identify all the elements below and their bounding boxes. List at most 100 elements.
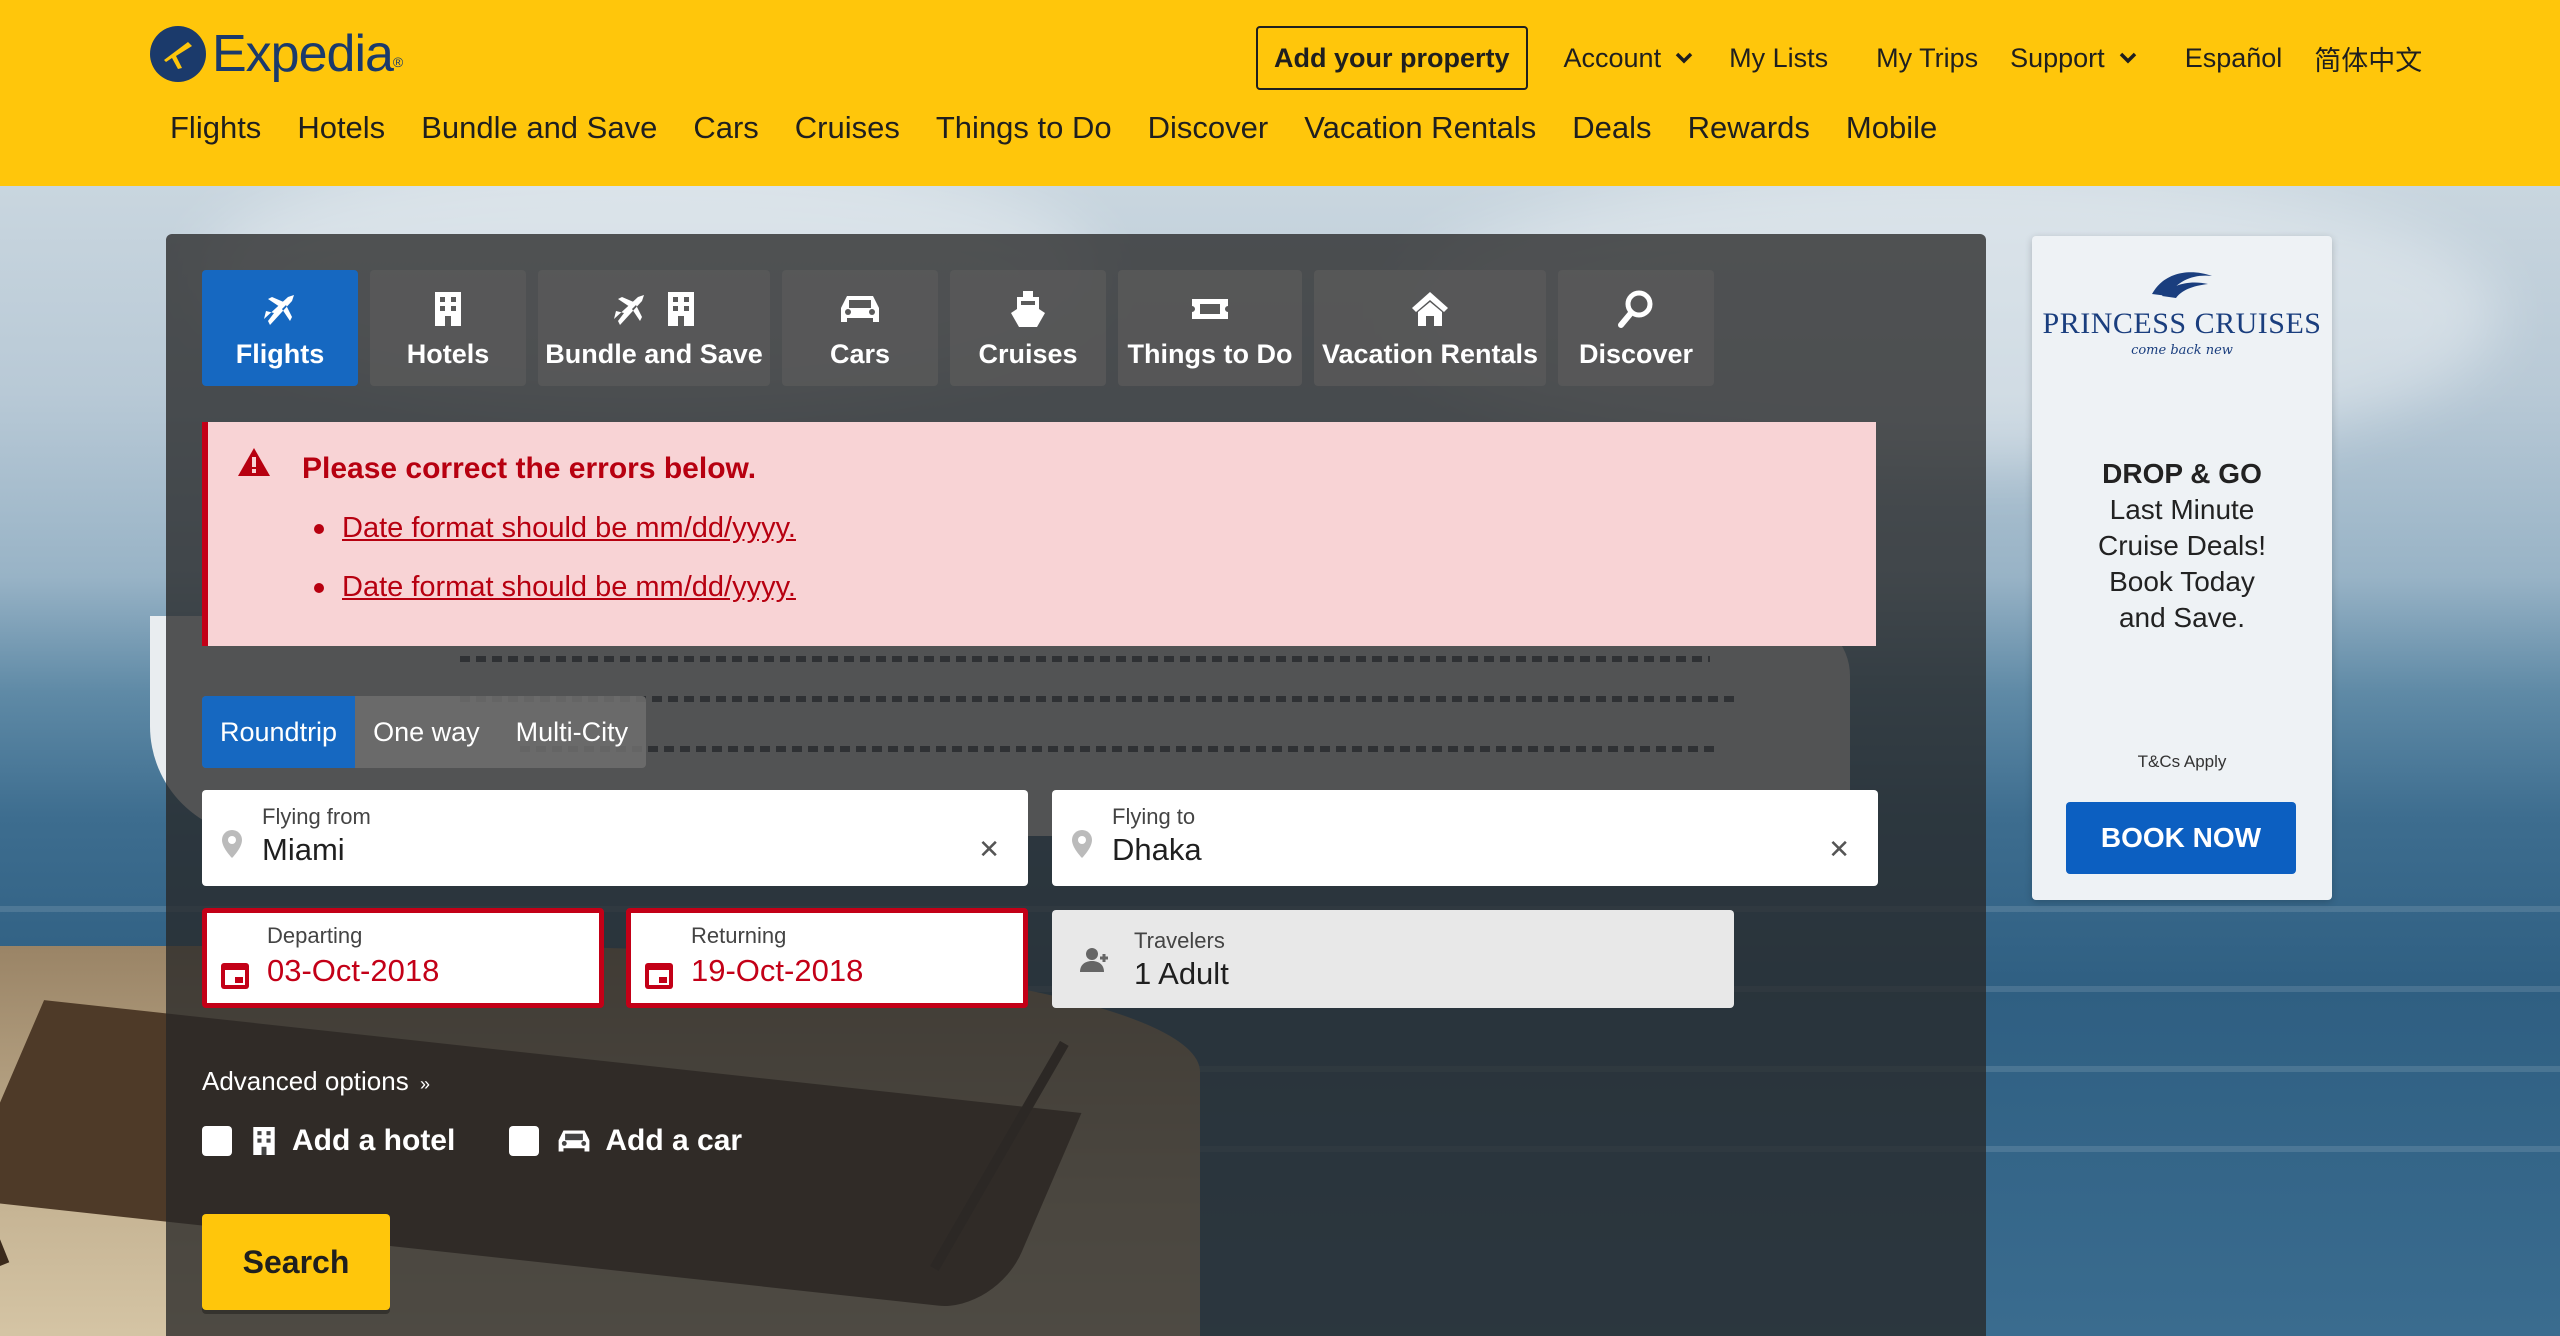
- ticket-icon: [1192, 298, 1228, 319]
- chinese-link[interactable]: 简体中文: [2314, 39, 2422, 78]
- product-tabs: Flights Hotels Bundle and Save Cars Crui…: [202, 270, 1726, 386]
- expedia-logo[interactable]: Expedia ®: [150, 24, 403, 84]
- support-label: Support: [2010, 42, 2105, 73]
- tab-flights[interactable]: Flights: [202, 270, 358, 386]
- error-list: Date format should be mm/dd/yyyy. Date f…: [314, 512, 796, 630]
- tab-label: Cars: [829, 338, 891, 369]
- tab-label: Things to Do: [1127, 338, 1293, 369]
- field-label: Flying from: [262, 804, 371, 829]
- my-trips-link[interactable]: My Trips: [1876, 43, 1978, 74]
- tab-vacation-rentals[interactable]: Vacation Rentals: [1314, 270, 1546, 386]
- nav-deals[interactable]: Deals: [1572, 110, 1651, 146]
- car-icon: [558, 1130, 590, 1152]
- plane-icon: [614, 294, 644, 325]
- nav-rewards[interactable]: Rewards: [1688, 110, 1810, 146]
- tab-hotels[interactable]: Hotels: [370, 270, 526, 386]
- advanced-options-toggle[interactable]: Advanced options »: [202, 1066, 430, 1097]
- add-car-label[interactable]: Add a car: [605, 1124, 742, 1158]
- ad-line: Cruise Deals!: [2097, 530, 2267, 561]
- princess-cruises-ad[interactable]: PRINCESS CRUISES come back new DROP & GO…: [2032, 236, 2332, 900]
- chevron-down-icon: [2119, 52, 2136, 64]
- plane-icon: [264, 294, 294, 325]
- my-lists-link[interactable]: My Lists: [1729, 43, 1828, 74]
- tab-label: Bundle and Save: [545, 338, 763, 369]
- error-link-returning[interactable]: Date format should be mm/dd/yyyy.: [342, 571, 796, 604]
- ad-terms: T&Cs Apply: [2137, 752, 2227, 771]
- tab-label: Flights: [235, 338, 325, 369]
- tab-bundle-and-save[interactable]: Bundle and Save: [538, 270, 770, 386]
- ad-line: Book Today: [2109, 566, 2255, 597]
- ad-copy: DROP & GO Last Minute Cruise Deals! Book…: [2032, 456, 2332, 636]
- ad-headline: DROP & GO: [2102, 458, 2262, 489]
- book-now-button[interactable]: BOOK NOW: [2066, 802, 2296, 874]
- tab-cars[interactable]: Cars: [782, 270, 938, 386]
- departing-date-field[interactable]: Departing 03-Oct-2018: [202, 908, 604, 1008]
- building-icon: [435, 291, 461, 326]
- tab-label: Hotels: [406, 338, 490, 369]
- user-icon: [1080, 948, 1108, 972]
- field-label: Returning: [691, 923, 787, 948]
- add-property-button[interactable]: Add your property: [1256, 26, 1528, 90]
- addons-row: Add a hotel Add a car: [202, 1124, 796, 1158]
- trip-multi-city[interactable]: Multi-City: [498, 696, 647, 768]
- field-label: Flying to: [1112, 804, 1196, 829]
- tab-cruises[interactable]: Cruises: [950, 270, 1106, 386]
- field-value: 19-Oct-2018: [691, 953, 864, 988]
- nav-mobile[interactable]: Mobile: [1846, 110, 1937, 146]
- trip-roundtrip[interactable]: Roundtrip: [202, 696, 356, 768]
- nav-vacation-rentals[interactable]: Vacation Rentals: [1304, 110, 1536, 146]
- field-value: Miami: [262, 832, 345, 867]
- search-button[interactable]: Search: [202, 1214, 390, 1310]
- search-panel: Flights Hotels Bundle and Save Cars Crui…: [166, 234, 1986, 1336]
- house-icon: [1412, 291, 1448, 326]
- warning-icon: [238, 448, 270, 476]
- field-label: Departing: [267, 923, 363, 948]
- site-header: Expedia ® Add your property Account My L…: [0, 0, 2560, 186]
- travelers-field[interactable]: Travelers 1 Adult: [1052, 910, 1734, 1008]
- nav-cruises[interactable]: Cruises: [795, 110, 900, 146]
- nav-bundle-and-save[interactable]: Bundle and Save: [421, 110, 657, 146]
- error-title: Please correct the errors below.: [302, 452, 757, 485]
- flying-from-field[interactable]: Flying from Miami ✕: [202, 790, 1028, 886]
- espanol-link[interactable]: Español: [2185, 43, 2283, 74]
- error-link-departing[interactable]: Date format should be mm/dd/yyyy.: [342, 512, 796, 545]
- field-value: Dhaka: [1112, 832, 1202, 867]
- calendar-icon: [645, 963, 673, 989]
- ship-icon: [1011, 290, 1045, 327]
- trip-one-way[interactable]: One way: [355, 696, 498, 768]
- nav-things-to-do[interactable]: Things to Do: [936, 110, 1112, 146]
- tab-label: Discover: [1578, 338, 1694, 369]
- support-menu[interactable]: Support: [2010, 43, 2137, 74]
- princess-cruises-logo: PRINCESS CRUISES come back new: [2032, 266, 2332, 358]
- nav-cars[interactable]: Cars: [693, 110, 758, 146]
- add-car-checkbox[interactable]: [509, 1126, 540, 1156]
- add-hotel-label[interactable]: Add a hotel: [292, 1124, 455, 1158]
- field-value: 03-Oct-2018: [267, 953, 440, 988]
- add-hotel-checkbox[interactable]: [202, 1126, 232, 1156]
- nav-discover[interactable]: Discover: [1148, 110, 1269, 146]
- ad-line: Last Minute: [2109, 494, 2255, 525]
- clear-icon[interactable]: ✕: [1828, 834, 1850, 865]
- logo-wordmark: Expedia: [212, 25, 394, 83]
- nav-flights[interactable]: Flights: [170, 110, 261, 146]
- returning-date-field[interactable]: Returning 19-Oct-2018: [626, 908, 1028, 1008]
- account-menu[interactable]: Account: [1564, 43, 1694, 74]
- error-item: Date format should be mm/dd/yyyy.: [314, 571, 796, 604]
- calendar-icon: [221, 963, 249, 989]
- account-label: Account: [1563, 42, 1662, 73]
- nav-hotels[interactable]: Hotels: [297, 110, 385, 146]
- magnifier-icon: [1618, 290, 1653, 328]
- trip-type-selector: Roundtrip One way Multi-City: [202, 696, 647, 768]
- flying-to-field[interactable]: Flying to Dhaka ✕: [1052, 790, 1878, 886]
- double-chevron-down-icon: »: [419, 1074, 430, 1094]
- clear-icon[interactable]: ✕: [978, 834, 1000, 865]
- ad-tagline: come back new: [2131, 343, 2233, 358]
- error-alert: Please correct the errors below. Date fo…: [202, 422, 1876, 646]
- chevron-down-icon: [1675, 52, 1693, 64]
- location-pin-icon: [222, 830, 242, 858]
- tab-things-to-do[interactable]: Things to Do: [1118, 270, 1302, 386]
- tab-label: Vacation Rentals: [1321, 338, 1539, 369]
- tab-discover[interactable]: Discover: [1558, 270, 1714, 386]
- ad-line: and Save.: [2118, 602, 2246, 633]
- advanced-options-label: Advanced options: [202, 1066, 409, 1096]
